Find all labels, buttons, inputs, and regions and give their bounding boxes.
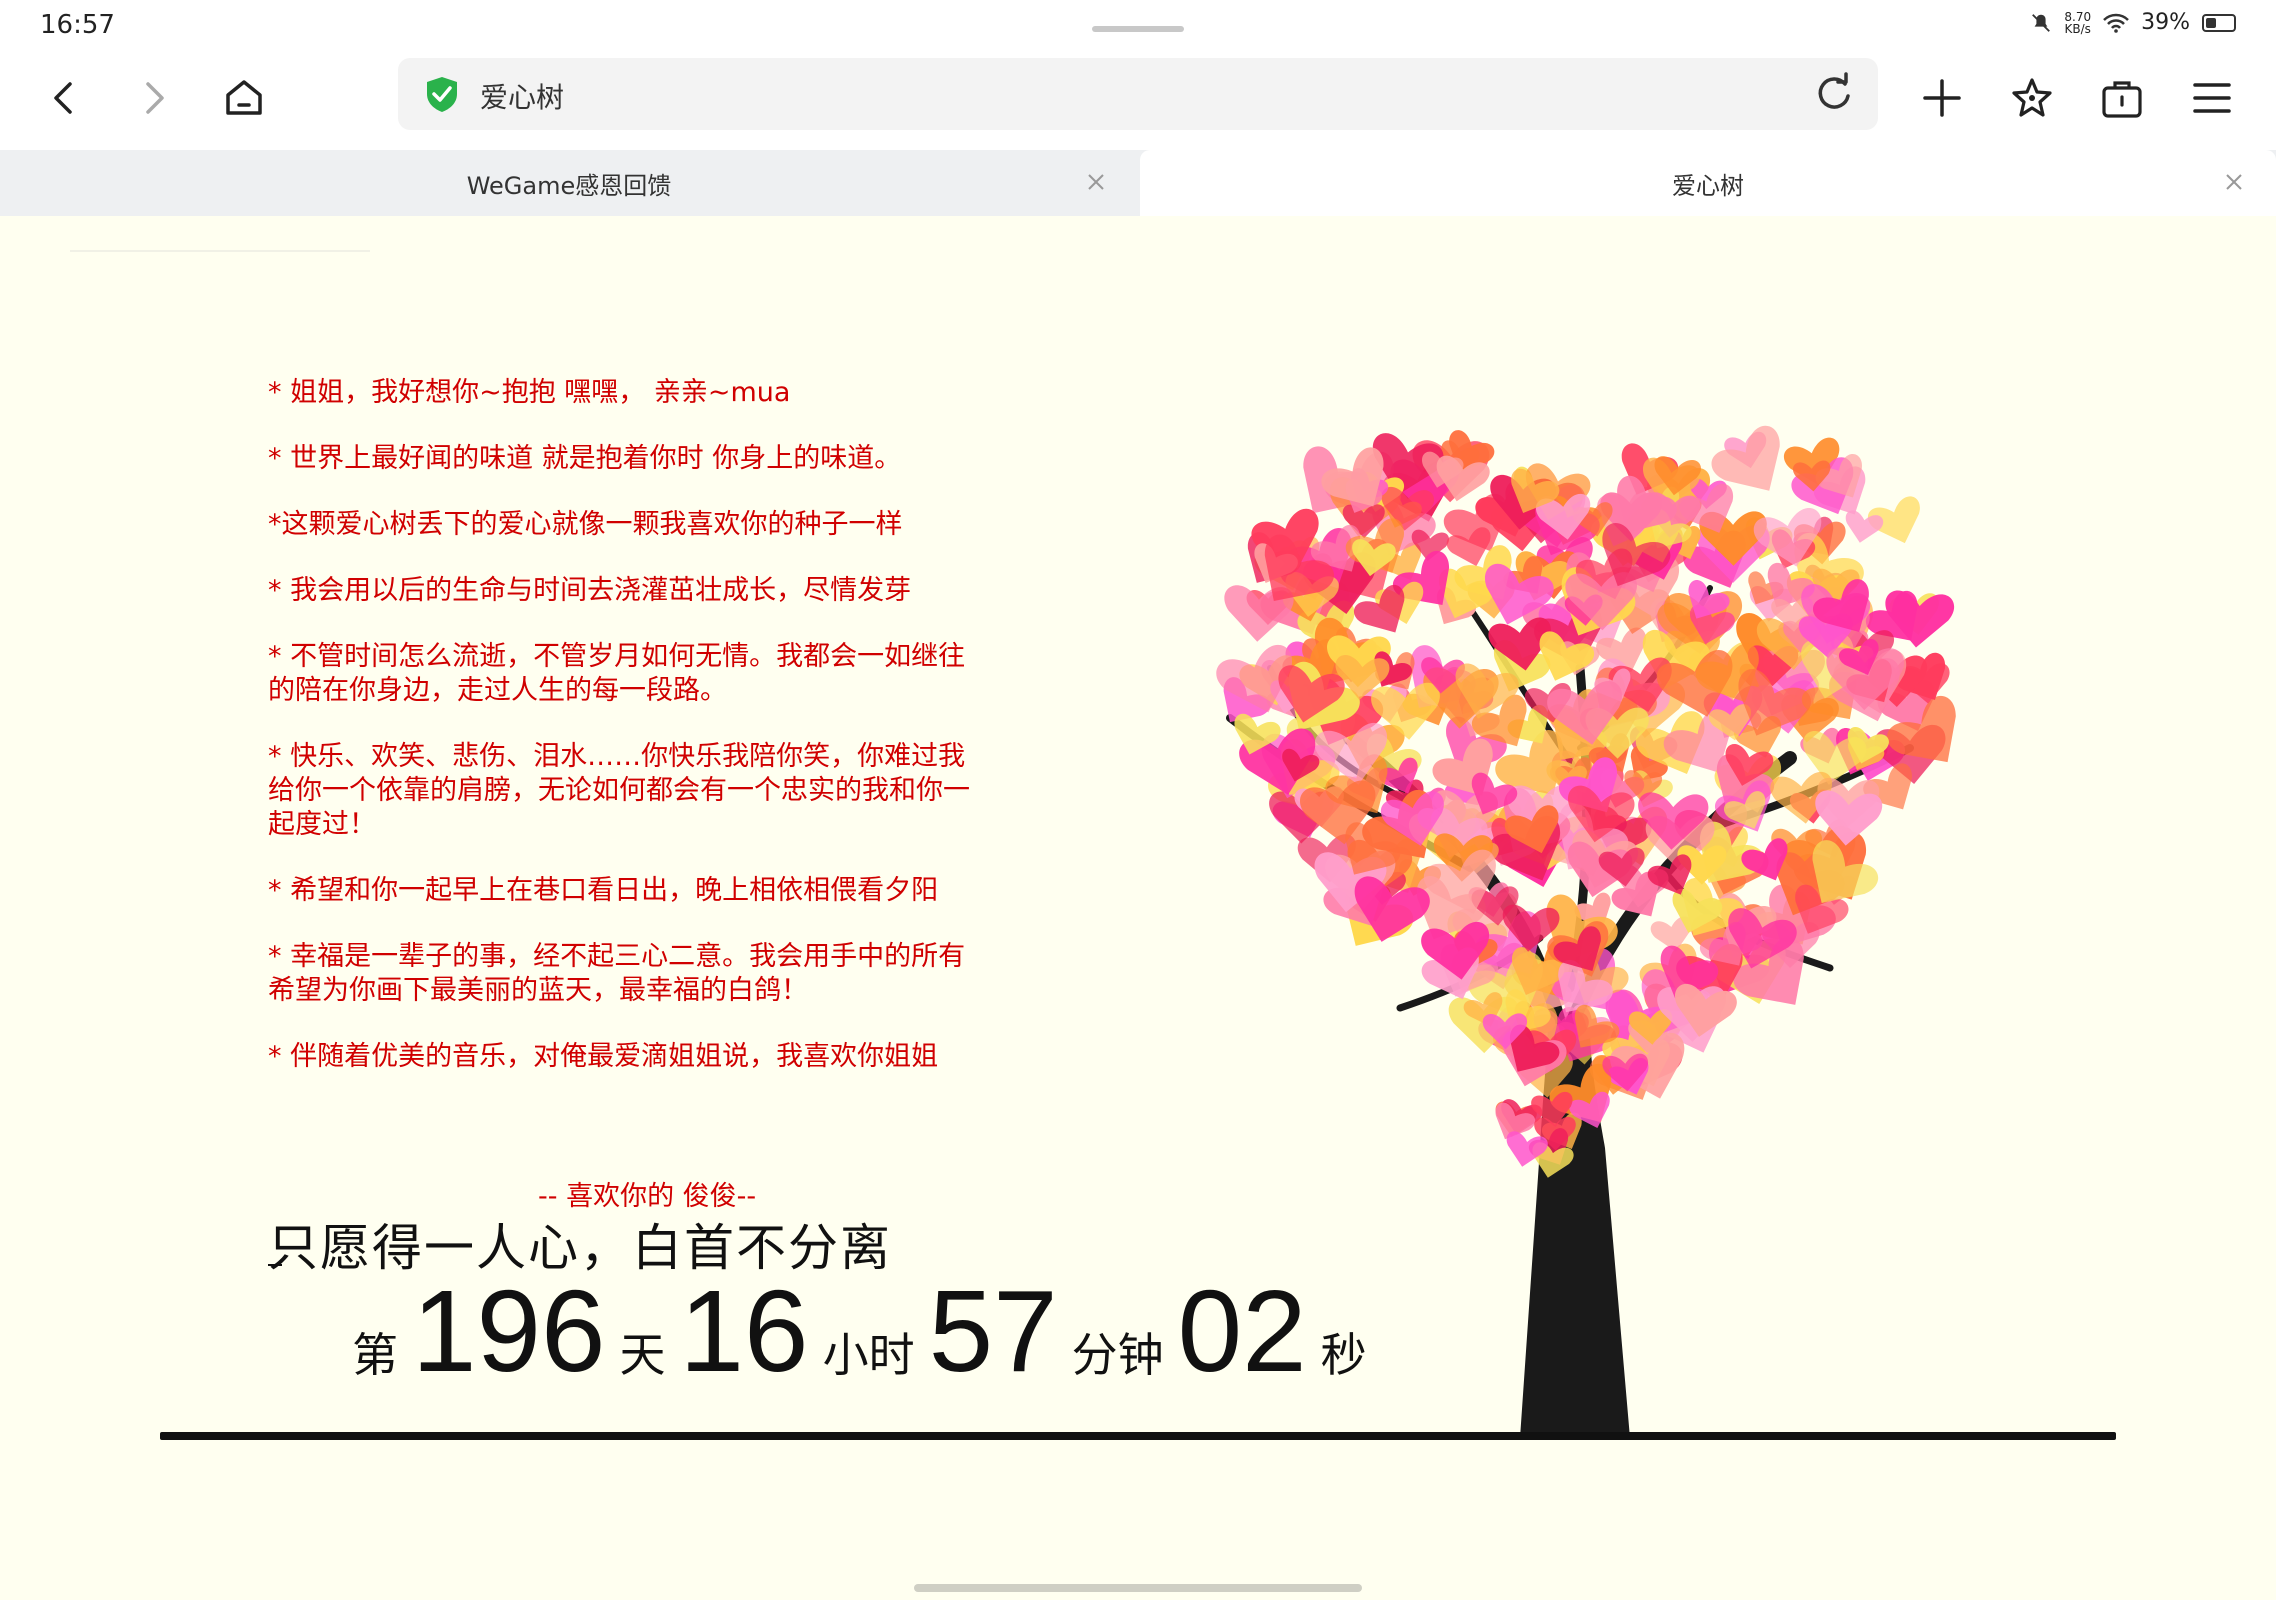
shield-check-icon	[427, 77, 457, 112]
mute-bell-icon	[2032, 13, 2051, 32]
chevron-left-icon	[54, 82, 72, 114]
counter-minutes: 57	[928, 1266, 1058, 1396]
battery-percent: 39%	[2141, 10, 2190, 35]
close-icon[interactable]	[2222, 170, 2246, 194]
address-bar[interactable]: 爱心树	[398, 58, 1878, 130]
bookmark-button[interactable]	[2000, 66, 2064, 130]
tab-strip: WeGame感恩回馈 爱心树	[0, 150, 2276, 216]
close-icon[interactable]	[1084, 170, 1108, 194]
heart-tree-illustration	[1208, 420, 1979, 1438]
page-content: * 姐姐，我好想你~抱抱 嘿嘿， 亲亲~mua * 世界上最好闻的味道 就是抱着…	[0, 216, 2276, 1600]
tab-label: WeGame感恩回馈	[466, 171, 672, 200]
home-indicator[interactable]	[914, 1584, 1362, 1592]
bag-icon	[2102, 81, 2142, 118]
counter-days-unit: 天	[619, 1328, 666, 1382]
home-icon	[226, 80, 262, 115]
wifi-icon	[2103, 13, 2129, 33]
tab-wegame[interactable]: WeGame感恩回馈	[0, 150, 1138, 216]
counter-hours: 16	[679, 1266, 809, 1396]
counter-hours-unit: 小时	[822, 1328, 915, 1382]
love-messages: * 姐姐，我好想你~抱抱 嘿嘿， 亲亲~mua * 世界上最好闻的味道 就是抱着…	[268, 376, 988, 1106]
browser-toolbar: 爱心树	[0, 50, 2276, 150]
heart-leaves	[1208, 420, 1979, 1183]
tab-label: 爱心树	[1672, 171, 1744, 200]
home-button[interactable]	[212, 66, 276, 130]
address-text: 爱心树	[480, 81, 565, 114]
window-handle[interactable]	[1092, 26, 1184, 32]
message-line: * 姐姐，我好想你~抱抱 嘿嘿， 亲亲~mua	[268, 377, 791, 408]
text-caret	[268, 1264, 282, 1266]
new-tab-button[interactable]	[1910, 66, 1974, 130]
message-line: * 世界上最好闻的味道 就是抱着你时 你身上的味道。	[268, 443, 902, 474]
battery-icon	[2202, 13, 2236, 32]
battery-level	[2206, 17, 2217, 28]
message-line: * 幸福是一辈子的事，经不起三心二意。我会用手中的所有希望为你画下最美丽的蓝天，…	[268, 941, 966, 1006]
message-line: * 我会用以后的生命与时间去浇灌茁壮成长，尽情发芽	[268, 575, 912, 606]
star-icon	[2012, 78, 2052, 117]
counter-days: 196	[412, 1266, 606, 1396]
message-line: * 希望和你一起早上在巷口看日出，晚上相依相偎看夕阳	[268, 875, 939, 906]
tab-love-tree[interactable]: 爱心树	[1140, 150, 2276, 216]
status-icons: 8.70 KB/s 39%	[2030, 10, 2236, 35]
counter-prefix: 第	[352, 1328, 398, 1382]
message-line: * 快乐、欢笑、悲伤、泪水……你快乐我陪你笑，你难过我给你一个依靠的肩膀，无论如…	[268, 741, 970, 840]
divider	[70, 250, 370, 252]
chevron-right-icon	[146, 82, 164, 114]
ground-line	[160, 1432, 2116, 1440]
tabs-button[interactable]	[2090, 66, 2154, 130]
back-button[interactable]	[32, 66, 96, 130]
message-line: * 不管时间怎么流逝，不管岁月如何无情。我都会一如继往的陪在你身边，走过人生的每…	[268, 641, 966, 706]
reload-icon[interactable]	[1812, 72, 1854, 114]
message-line: *这颗爱心树丢下的爱心就像一颗我喜欢你的种子一样	[268, 509, 903, 540]
menu-button[interactable]	[2180, 66, 2244, 130]
menu-icon	[2193, 83, 2231, 113]
status-time: 16:57	[40, 10, 115, 40]
forward-button[interactable]	[122, 66, 186, 130]
plus-icon	[1923, 79, 1961, 117]
status-bar: 16:57 8.70 KB/s 39%	[0, 0, 2276, 50]
message-line: * 伴随着优美的音乐，对俺最爱滴姐姐说，我喜欢你姐姐	[268, 1041, 939, 1072]
network-speed: 8.70 KB/s	[2064, 9, 2092, 36]
